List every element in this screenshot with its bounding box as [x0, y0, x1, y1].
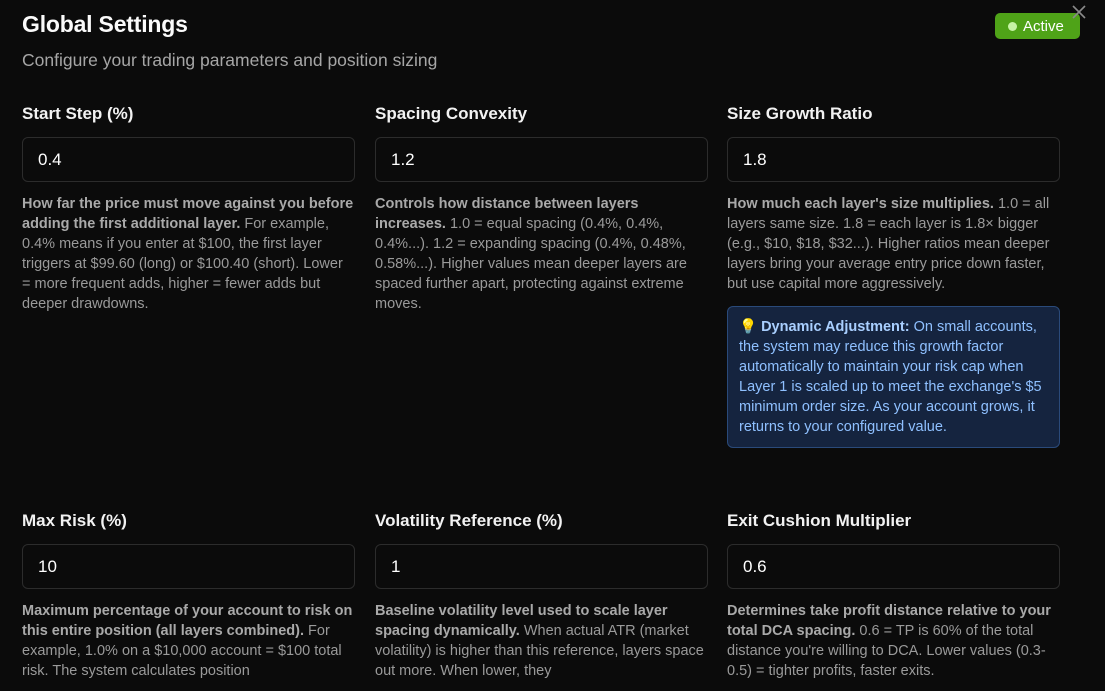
dynamic-adjustment-text: On small accounts, the system may reduce…: [739, 319, 1042, 435]
exit-cushion-multiplier-label: Exit Cushion Multiplier: [727, 511, 912, 530]
lightbulb-icon: 💡: [739, 319, 758, 335]
status-dot-icon: [1008, 21, 1017, 31]
volatility-reference-field: Volatility Reference (%) Baseline volati…: [375, 509, 708, 681]
size-growth-ratio-description-bold: How much each layer's size multiplies.: [727, 196, 994, 212]
spacing-convexity-label: Spacing Convexity: [375, 104, 528, 123]
spacing-convexity-description: Controls how distance between layers inc…: [375, 194, 708, 314]
volatility-reference-description: Baseline volatility level used to scale …: [375, 601, 708, 681]
size-growth-ratio-description: How much each layer's size multiplies. 1…: [727, 194, 1060, 294]
close-icon[interactable]: [1070, 3, 1088, 21]
volatility-reference-label: Volatility Reference (%): [375, 511, 563, 530]
exit-cushion-multiplier-input[interactable]: [727, 544, 1060, 589]
start-step-input[interactable]: [22, 137, 355, 182]
size-growth-ratio-label: Size Growth Ratio: [727, 104, 873, 123]
page-subtitle: Configure your trading parameters and po…: [22, 50, 438, 70]
global-settings-panel: Global Settings Configure your trading p…: [0, 0, 1105, 691]
max-risk-input[interactable]: [22, 544, 355, 589]
max-risk-description-bold: Maximum percentage of your account to ri…: [22, 603, 353, 639]
page-title: Global Settings: [22, 11, 188, 37]
status-badge-label: Active: [1023, 17, 1064, 35]
start-step-field: Start Step (%) How far the price must mo…: [22, 102, 355, 314]
size-growth-ratio-field: Size Growth Ratio How much each layer's …: [727, 102, 1060, 448]
start-step-description: How far the price must move against you …: [22, 194, 355, 314]
max-risk-description: Maximum percentage of your account to ri…: [22, 601, 355, 681]
exit-cushion-multiplier-field: Exit Cushion Multiplier Determines take …: [727, 509, 1060, 681]
dynamic-adjustment-info-box: 💡 Dynamic Adjustment: On small accounts, …: [727, 306, 1060, 448]
spacing-convexity-field: Spacing Convexity Controls how distance …: [375, 102, 708, 314]
size-growth-ratio-input[interactable]: [727, 137, 1060, 182]
volatility-reference-input[interactable]: [375, 544, 708, 589]
max-risk-label: Max Risk (%): [22, 511, 127, 530]
exit-cushion-multiplier-description: Determines take profit distance relative…: [727, 601, 1060, 681]
max-risk-field: Max Risk (%) Maximum percentage of your …: [22, 509, 355, 681]
spacing-convexity-input[interactable]: [375, 137, 708, 182]
status-badge: Active: [995, 13, 1080, 39]
dynamic-adjustment-title: Dynamic Adjustment:: [761, 319, 910, 335]
start-step-label: Start Step (%): [22, 104, 134, 123]
